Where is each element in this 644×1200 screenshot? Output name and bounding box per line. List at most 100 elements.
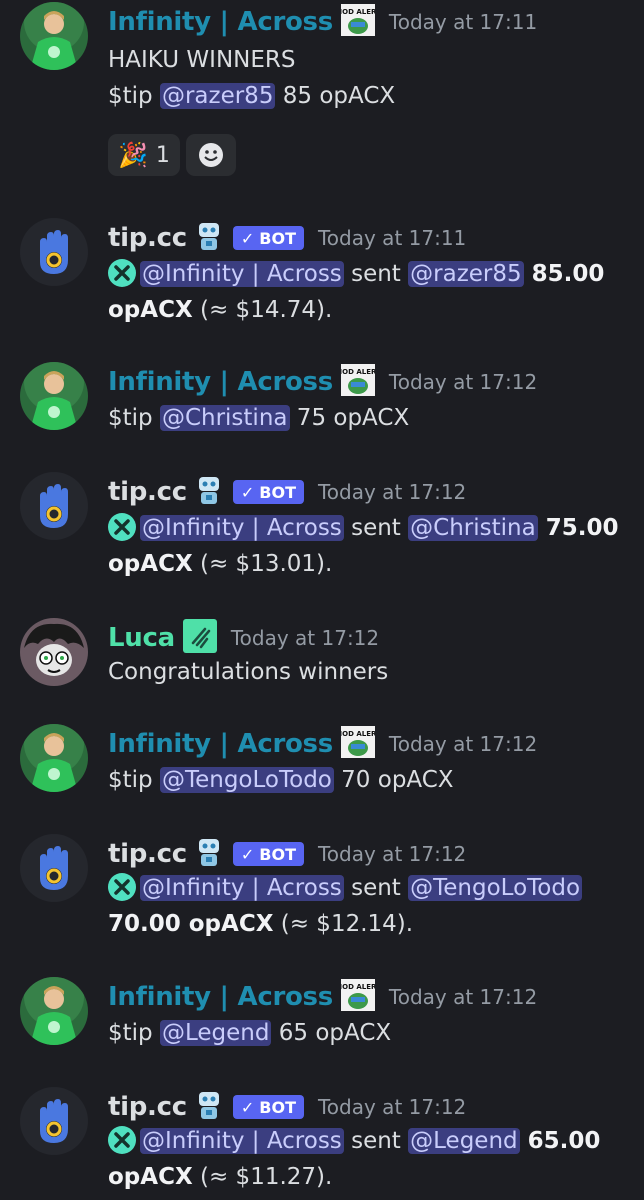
username[interactable]: Luca (108, 623, 175, 653)
timestamp: Today at 17:12 (388, 370, 538, 394)
user-mention[interactable]: @TengoLoTodo (408, 875, 583, 901)
mod-alert-icon (335, 364, 381, 400)
bot-badge: ✓ BOT (232, 1095, 304, 1119)
tip-suffix: 75 opACX (289, 405, 410, 431)
user-mention[interactable]: @Legend (159, 1020, 272, 1046)
username[interactable]: Infinity | Across (108, 367, 333, 397)
message-content: $tip @TengoLoTodo 70 opACX (108, 762, 628, 798)
tip-suffix: 85 opACX (275, 83, 396, 109)
sent-word: sent (343, 875, 409, 901)
check-icon: ✓ (240, 228, 255, 248)
message-header: Infinity | Across Today at 17:11 (108, 2, 537, 42)
timestamp: Today at 17:12 (388, 985, 538, 1009)
tipcc-avatar-image (20, 218, 88, 286)
x-token-icon (108, 513, 136, 541)
avatar[interactable] (20, 618, 88, 686)
user-mention[interactable]: @Infinity | Across (140, 875, 344, 901)
amount: 65.00 (519, 1128, 601, 1154)
check-icon: ✓ (240, 1097, 255, 1117)
avatar[interactable] (20, 2, 88, 70)
usd-value: (≈ $13.01). (192, 551, 333, 577)
sent-word: sent (343, 1128, 409, 1154)
tip-line: @Infinity | Across sent @TengoLoTodo (108, 870, 628, 906)
amount-currency: opACX (108, 551, 193, 577)
bot-badge: ✓ BOT (232, 480, 304, 504)
tip-prefix: $tip (108, 405, 160, 431)
user-mention[interactable]: @TengoLoTodo (159, 767, 334, 793)
amount: 75.00 (537, 515, 619, 541)
reaction-party[interactable]: 🎉 1 (108, 134, 180, 176)
user-mention[interactable]: @Legend (408, 1128, 520, 1154)
avatar[interactable] (20, 218, 88, 286)
user-mention[interactable]: @Infinity | Across (140, 515, 344, 541)
mod-alert-icon (335, 726, 381, 762)
check-icon: ✓ (240, 482, 255, 502)
sent-word: sent (343, 515, 409, 541)
message-content: @Infinity | Across sent @razer85 85.00 o… (108, 256, 628, 328)
username[interactable]: Infinity | Across (108, 982, 333, 1012)
timestamp: Today at 17:12 (317, 480, 467, 504)
x-token-icon (108, 873, 136, 901)
tip-line: opACX (≈ $11.27). (108, 1159, 628, 1195)
amount-currency: opACX (108, 1164, 193, 1190)
tip-command: $tip @razer85 85 opACX (108, 78, 628, 114)
tip-prefix: $tip (108, 1020, 160, 1046)
bot-badge: ✓ BOT (232, 842, 304, 866)
amount: 85.00 (523, 261, 605, 287)
message-content: Congratulations winners (108, 654, 628, 690)
mod-alert-icon (335, 4, 381, 40)
mod-alert-icon (335, 979, 381, 1015)
username[interactable]: Infinity | Across (108, 729, 333, 759)
message-header: Infinity | Across Today at 17:12 (108, 724, 537, 764)
timestamp: Today at 17:12 (388, 732, 538, 756)
user-mention[interactable]: @Infinity | Across (140, 261, 344, 287)
tip-line: @Infinity | Across sent @Christina 75.00 (108, 510, 628, 546)
tip-line: opACX (≈ $14.74). (108, 292, 628, 328)
username[interactable]: tip.cc (108, 1092, 187, 1122)
x-token-icon (108, 259, 136, 287)
message-content: HAIKU WINNERS $tip @razer85 85 opACX (108, 42, 628, 114)
message-header: Infinity | Across Today at 17:12 (108, 362, 537, 402)
avatar[interactable] (20, 977, 88, 1045)
user-mention[interactable]: @Christina (408, 515, 538, 541)
username[interactable]: Infinity | Across (108, 7, 333, 37)
add-reaction-button[interactable] (185, 134, 236, 176)
tip-prefix: $tip (108, 83, 160, 109)
hero-avatar-image (20, 2, 88, 70)
username[interactable]: tip.cc (108, 223, 187, 253)
luca-avatar-image (20, 618, 88, 686)
message-header: tip.cc ✓ BOT Today at 17:12 (108, 1087, 466, 1127)
tip-prefix: $tip (108, 767, 160, 793)
avatar[interactable] (20, 472, 88, 540)
user-mention[interactable]: @Infinity | Across (140, 1128, 344, 1154)
username[interactable]: tip.cc (108, 477, 187, 507)
username[interactable]: tip.cc (108, 839, 187, 869)
tipcc-avatar-image (20, 834, 88, 902)
avatar[interactable] (20, 724, 88, 792)
message-header: Infinity | Across Today at 17:12 (108, 977, 537, 1017)
user-mention[interactable]: @razer85 (159, 83, 276, 109)
timestamp: Today at 17:12 (317, 1095, 467, 1119)
check-icon: ✓ (240, 844, 255, 864)
tip-line: @Infinity | Across sent @razer85 85.00 (108, 256, 628, 292)
tipcc-avatar-image (20, 1087, 88, 1155)
user-mention[interactable]: @razer85 (408, 261, 524, 287)
tip-line: 70.00 opACX (≈ $12.14). (108, 906, 628, 942)
user-mention[interactable]: @Christina (159, 405, 290, 431)
avatar[interactable] (20, 1087, 88, 1155)
timestamp: Today at 17:12 (230, 626, 380, 650)
avatar[interactable] (20, 834, 88, 902)
tip-line: opACX (≈ $13.01). (108, 546, 628, 582)
bot-label: BOT (259, 844, 296, 864)
usd-value: (≈ $11.27). (192, 1164, 333, 1190)
robot-icon (195, 221, 223, 255)
timestamp: Today at 17:11 (317, 226, 467, 250)
avatar[interactable] (20, 362, 88, 430)
timestamp: Today at 17:11 (388, 10, 538, 34)
tip-command: $tip @Legend 65 opACX (108, 1015, 628, 1051)
bot-label: BOT (259, 1097, 296, 1117)
usd-value: (≈ $14.74). (192, 297, 333, 323)
usd-value: (≈ $12.14). (273, 911, 414, 937)
bot-badge: ✓ BOT (232, 226, 304, 250)
message-header: Luca Today at 17:12 (108, 618, 379, 658)
